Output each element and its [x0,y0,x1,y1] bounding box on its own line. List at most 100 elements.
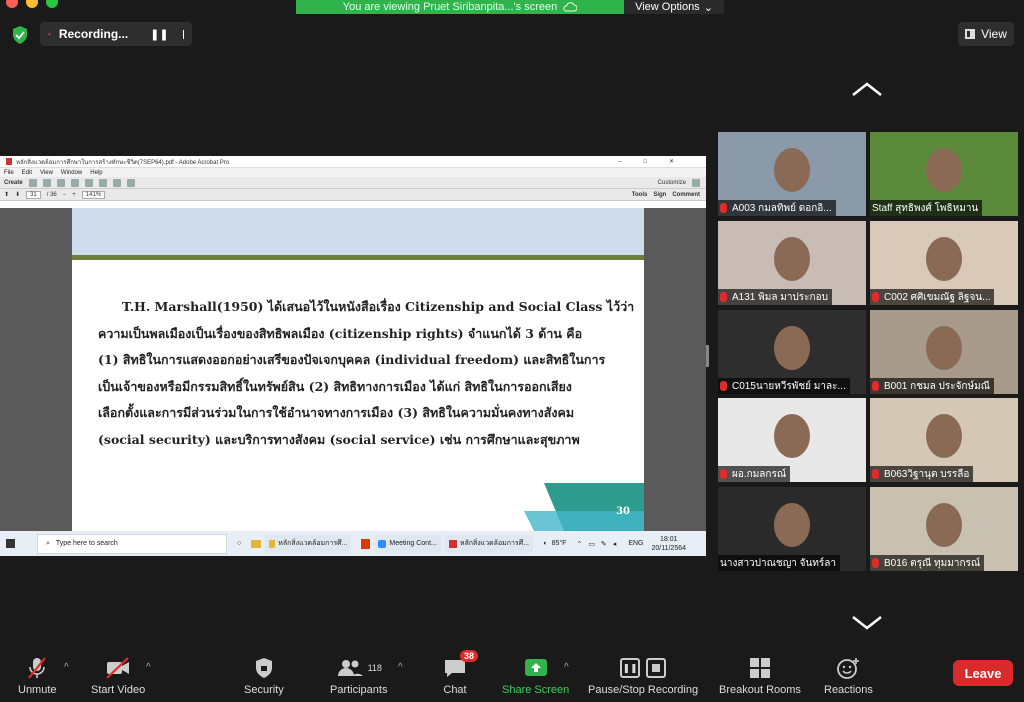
participant-name: C015นายหวีรพัชย์ มาละ... [732,380,846,392]
menu-edit[interactable]: Edit [22,170,32,176]
security-button[interactable]: Security [244,656,284,696]
reactions-button[interactable]: Reactions [824,656,873,696]
chat-label: Chat [443,684,467,696]
recording-indicator: Recording... ❚❚ [40,22,192,46]
stop-recording-icon[interactable] [182,29,184,39]
muted-mic-icon [872,381,879,391]
pause-icon: ❚❚ [620,658,641,678]
participants-count: 118 [367,663,382,673]
language-indicator[interactable]: ENG [628,540,643,547]
pause-stop-recording-button[interactable]: ❚❚ Pause/Stop Recording [588,656,698,696]
menu-view[interactable]: View [40,170,53,176]
leave-button[interactable]: Leave [953,660,1013,686]
file-icon [269,539,276,548]
open-icon[interactable] [28,178,37,187]
start-video-button[interactable]: Start Video [91,656,145,696]
menu-file[interactable]: File [4,170,14,176]
muted-mic-icon [720,292,727,302]
taskbar-clock[interactable]: 18:01 20/11/2564 [651,535,686,553]
participant-tile[interactable]: B063วิฐานุต บรรลือ [870,398,1018,482]
share-options-caret[interactable]: ^ [564,662,569,673]
sign-tab[interactable]: Sign [653,192,666,198]
pdf-document-area[interactable]: T.H. Marshall(1950) ได้เสนอไว้ในหนังสือเ… [0,208,706,531]
slide-line: เลือกตั้งและการมีส่วนร่วมในการใช้อำนาจทา… [98,405,575,421]
security-label: Security [244,684,284,696]
share-resize-handle[interactable] [706,345,709,367]
prev-page-icon[interactable]: ⬆ [4,191,9,198]
email-icon[interactable] [70,178,79,187]
tray-icons[interactable]: ⌃▭✎◂ [576,540,622,548]
muted-mic-icon [720,469,727,479]
next-page-icon[interactable]: ⬇ [15,191,20,198]
muted-mic-icon [872,558,879,568]
save-icon[interactable] [42,178,51,187]
settings-icon[interactable] [84,178,93,187]
slide-line: (social security) และบริการทางสังคม (soc… [98,431,580,447]
weather-icon: ◐ [543,540,548,547]
zoom-in-icon[interactable]: + [72,192,76,198]
unmute-button[interactable]: Unmute [18,656,57,696]
menu-help[interactable]: Help [90,170,102,176]
participant-name-label: B016 ตรุณี ทุมมากรณ์ [870,555,985,571]
participant-tile[interactable]: C002 ศศิเขมณัฐ ลิฐจน... [870,221,1018,305]
slide-line: T.H. Marshall(1950) ได้เสนอไว้ในหนังสือเ… [122,299,635,314]
highlight-icon[interactable] [112,178,121,187]
window-buttons: –□✕ [618,159,696,165]
comment-icon[interactable] [98,178,107,187]
participant-tile[interactable]: Staff สุทธิพงศ์ โพธิหมาน [870,132,1018,216]
zoom-field[interactable]: 141% [81,190,106,199]
tools-tab[interactable]: Tools [632,192,648,198]
undo-icon[interactable] [126,178,135,187]
search-icon: ⌕ [46,539,50,547]
taskbar-app[interactable]: หลักสิ่งแวดล้อมการศึ... [444,534,533,553]
menu-window[interactable]: Window [61,170,82,176]
participant-tile[interactable]: B016 ตรุณี ทุมมากรณ์ [870,487,1018,571]
print-icon[interactable] [56,178,65,187]
video-options-caret[interactable]: ^ [146,662,151,673]
participant-face [926,148,962,192]
zoom-app-icon [378,539,387,548]
windows-start-icon[interactable] [6,539,15,548]
view-button[interactable]: View [958,22,1014,46]
customize-button[interactable]: Customize [658,180,686,186]
close-window-button[interactable] [6,0,18,8]
slide-line: เป็นเจ้าของหรือมีกรรมสิทธิ์ในทรัพย์สิน (… [98,378,572,394]
audio-options-caret[interactable]: ^ [64,662,69,673]
pause-recording-icon[interactable]: ❚❚ [150,28,168,41]
participant-tile[interactable]: นางสาวปาณชญา จันทร์ลา [718,487,866,571]
participants-button[interactable]: 118 Participants [330,656,387,696]
create-button[interactable]: Create [4,180,23,186]
zoom-window-button[interactable] [46,0,58,8]
taskbar-app[interactable]: หลักสิ่งแวดล้อมการศึ... [265,534,352,553]
zoom-out-icon[interactable]: − [63,192,67,198]
slide-number: 30 [616,506,630,517]
participant-tile[interactable]: ผอ.กมลกรณ์ [718,398,866,482]
breakout-rooms-button[interactable]: Breakout Rooms [719,656,801,696]
taskbar-app[interactable]: Meeting Cont... [374,534,441,553]
pdf-page: T.H. Marshall(1950) ได้เสนอไว้ในหนังสือเ… [72,208,644,531]
taskbar-search[interactable]: ⌕ Type here to search [37,533,227,554]
chat-button[interactable]: Chat [443,656,467,696]
participants-options-caret[interactable]: ^ [398,662,403,673]
participant-name: A131 พิมล มาประกอบ [732,291,828,303]
share-screen-button[interactable]: Share Screen [502,656,569,696]
minimize-window-button[interactable] [26,0,38,8]
share-banner: You are viewing Pruet Siribanpita...'s s… [296,0,624,14]
task-view-icon[interactable]: ○ [237,540,241,547]
participant-tile[interactable]: C015นายหวีรพัชย์ มาละ... [718,310,866,394]
page-number-field[interactable]: 31 [26,190,41,199]
view-options-button[interactable]: View Options ⌄ [624,0,724,14]
gallery-scroll-up-icon[interactable] [850,80,884,100]
participant-tile[interactable]: A131 พิมล มาประกอบ [718,221,866,305]
stop-icon [646,658,667,678]
explorer-icon[interactable] [251,539,262,548]
expand-icon[interactable] [692,178,700,187]
participant-tile[interactable]: A003 กมลทิพย์ ดอกอิ... [718,132,866,216]
start-video-label: Start Video [91,684,146,696]
gallery-scroll-down-icon[interactable] [850,612,884,632]
security-shield-icon[interactable] [10,25,30,45]
comment-tab[interactable]: Comment [672,192,700,198]
office-icon[interactable] [361,538,371,549]
participant-tile[interactable]: B001 กชมล ประจักษ์มณี [870,310,1018,394]
muted-mic-icon [872,292,879,302]
